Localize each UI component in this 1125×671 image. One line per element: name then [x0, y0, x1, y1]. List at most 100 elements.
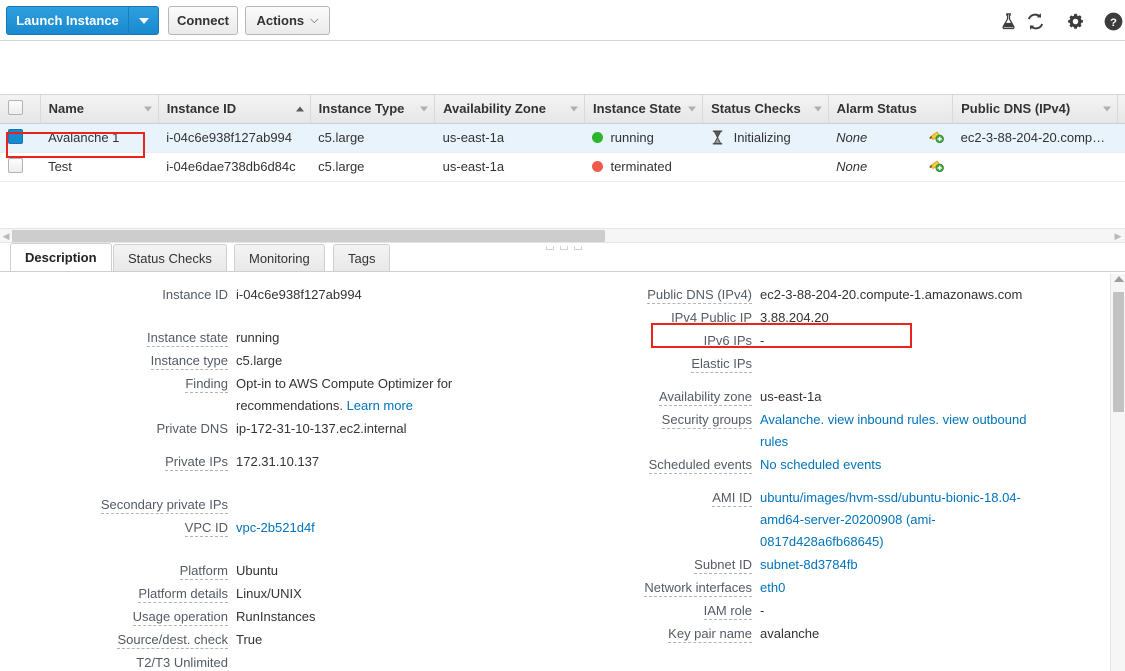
detail-label-text: Instance state	[147, 330, 228, 347]
detail-label-text: Scheduled events	[649, 457, 752, 474]
connect-button[interactable]: Connect	[168, 6, 238, 35]
detail-value[interactable]: ubuntu/images/hvm-ssd/ubuntu-bionic-18.0…	[760, 487, 1050, 553]
detail-row: IPv4 Public IP3.88.204.20	[560, 307, 1105, 329]
detail-row: PlatformUbuntu	[0, 560, 560, 582]
sort-descending-icon[interactable]	[144, 106, 152, 111]
detail-label-text: VPC ID	[185, 520, 228, 537]
detail-value-link[interactable]: Avalanche. view inbound rules. view outb…	[760, 412, 1026, 449]
spacer	[0, 307, 560, 327]
table-row[interactable]: Testi-04e6dae738db6d84cc5.largeus-east-1…	[0, 152, 1125, 181]
detail-row: Instance typec5.large	[0, 350, 560, 372]
cell-instance-type: c5.large	[310, 123, 434, 152]
column-header-availability-zone[interactable]: Availability Zone	[435, 95, 585, 123]
sort-descending-icon[interactable]	[570, 106, 578, 111]
detail-row: Subnet IDsubnet-8d3784fb	[560, 554, 1105, 576]
scroll-up-arrow-icon[interactable]	[1114, 276, 1124, 282]
tab-monitoring[interactable]: Monitoring	[234, 244, 325, 271]
sort-ascending-icon[interactable]	[296, 106, 304, 111]
launch-instance-dropdown-button[interactable]	[128, 6, 159, 35]
horizontal-scrollbar-thumb[interactable]	[12, 230, 605, 242]
detail-value[interactable]: Avalanche. view inbound rules. view outb…	[760, 409, 1050, 453]
row-checkbox[interactable]	[8, 129, 23, 144]
detail-value[interactable]: eth0	[760, 577, 785, 599]
detail-value-link[interactable]: eth0	[760, 580, 785, 595]
column-header-status-checks[interactable]: Status Checks	[703, 95, 829, 123]
detail-label-text: Network interfaces	[644, 580, 752, 597]
learn-more-link[interactable]: Learn more	[347, 398, 413, 413]
refresh-icon[interactable]	[1022, 8, 1048, 34]
detail-label-text: Source/dest. check	[117, 632, 228, 649]
launch-instance-label: Launch Instance	[16, 13, 119, 28]
detail-label-text: Usage operation	[133, 609, 228, 626]
detail-value: Linux/UNIX	[236, 583, 302, 605]
gear-icon[interactable]	[1062, 8, 1088, 34]
detail-value[interactable]: No scheduled events	[760, 454, 881, 476]
tab-status-checks-label: Status Checks	[128, 251, 212, 266]
column-header-ipv[interactable]: IPv	[1117, 95, 1125, 123]
panel-resize-grip[interactable]	[546, 246, 582, 250]
detail-value-link[interactable]: subnet-8d3784fb	[760, 557, 858, 572]
sort-descending-icon[interactable]	[1103, 106, 1111, 111]
detail-row: FindingOpt-in to AWS Compute Optimizer f…	[0, 373, 560, 417]
detail-label: Network interfaces	[560, 577, 760, 599]
instance-description-panel: Instance IDi-04c6e938f127ab994Instance s…	[0, 272, 1125, 671]
row-checkbox-cell[interactable]	[0, 152, 40, 181]
select-all-checkbox[interactable]	[8, 100, 23, 115]
detail-value: True	[236, 629, 262, 651]
detail-value: us-east-1a	[760, 386, 821, 408]
column-header-instance-type[interactable]: Instance Type	[310, 95, 434, 123]
detail-value[interactable]: vpc-2b521d4f	[236, 517, 315, 539]
detail-value-link[interactable]: No scheduled events	[760, 457, 881, 472]
detail-value: avalanche	[760, 623, 819, 645]
detail-row: Key pair nameavalanche	[560, 623, 1105, 645]
detail-label: IPv4 Public IP	[560, 307, 760, 329]
detail-row: IAM role-	[560, 600, 1105, 622]
column-header-instance-state[interactable]: Instance State	[584, 95, 702, 123]
detail-value[interactable]: subnet-8d3784fb	[760, 554, 858, 576]
table-horizontal-scrollbar[interactable]: ◀ ▶	[0, 228, 1125, 243]
details-vertical-scrollbar[interactable]	[1110, 274, 1125, 671]
alarm-status-label: None	[836, 159, 867, 174]
tab-tags[interactable]: Tags	[333, 244, 390, 271]
launch-instance-button[interactable]: Launch Instance	[6, 6, 128, 35]
table-body: Avalanche 1i-04c6e938f127ab994c5.largeus…	[0, 123, 1125, 181]
column-header-instance-id[interactable]: Instance ID	[158, 95, 310, 123]
detail-value-link[interactable]: vpc-2b521d4f	[236, 520, 315, 535]
tab-description-label: Description	[25, 250, 97, 265]
detail-row: VPC ID vpc-2b521d4f	[0, 517, 560, 539]
column-header-select[interactable]	[0, 95, 40, 123]
add-alarm-icon[interactable]	[928, 129, 945, 147]
detail-label: IAM role	[560, 600, 760, 622]
detail-label-text: AMI ID	[712, 490, 752, 507]
cell-instance-id: i-04c6e938f127ab994	[158, 123, 310, 152]
column-header-alarm-status[interactable]: Alarm Status	[828, 95, 952, 123]
cell-ipv4: -	[1117, 152, 1125, 181]
instances-table-container: NameInstance IDInstance Type Availability…	[0, 95, 1125, 225]
actions-button[interactable]: Actions ⌵	[245, 6, 330, 35]
spacer	[560, 477, 1105, 487]
sort-descending-icon[interactable]	[420, 106, 428, 111]
row-checkbox[interactable]	[8, 158, 23, 173]
detail-label-text: Elastic IPs	[691, 356, 752, 373]
scroll-right-arrow-icon[interactable]: ▶	[1113, 231, 1123, 241]
table-row[interactable]: Avalanche 1i-04c6e938f127ab994c5.largeus…	[0, 123, 1125, 152]
help-icon[interactable]: ?	[1100, 8, 1125, 34]
tab-monitoring-label: Monitoring	[249, 251, 310, 266]
cell-alarm-status: None	[828, 123, 952, 152]
tab-description[interactable]: Description	[10, 243, 112, 271]
detail-label: Source/dest. check	[0, 629, 236, 651]
column-header-name[interactable]: Name	[40, 95, 158, 123]
detail-value-link[interactable]: ubuntu/images/hvm-ssd/ubuntu-bionic-18.0…	[760, 490, 1021, 549]
tab-status-checks[interactable]: Status Checks	[113, 244, 227, 271]
detail-value: -	[760, 330, 764, 352]
vertical-scrollbar-thumb[interactable]	[1113, 292, 1124, 412]
sort-descending-icon[interactable]	[814, 106, 822, 111]
flask-icon[interactable]	[995, 8, 1021, 34]
scroll-left-arrow-icon[interactable]: ◀	[1, 231, 11, 241]
row-checkbox-cell[interactable]	[0, 123, 40, 152]
sort-descending-icon[interactable]	[688, 106, 696, 111]
detail-value: Ubuntu	[236, 560, 278, 582]
column-header-public-dns-ipv4[interactable]: Public DNS (IPv4)	[953, 95, 1118, 123]
column-header-label: Availability Zone	[443, 101, 546, 116]
add-alarm-icon[interactable]	[928, 158, 945, 176]
